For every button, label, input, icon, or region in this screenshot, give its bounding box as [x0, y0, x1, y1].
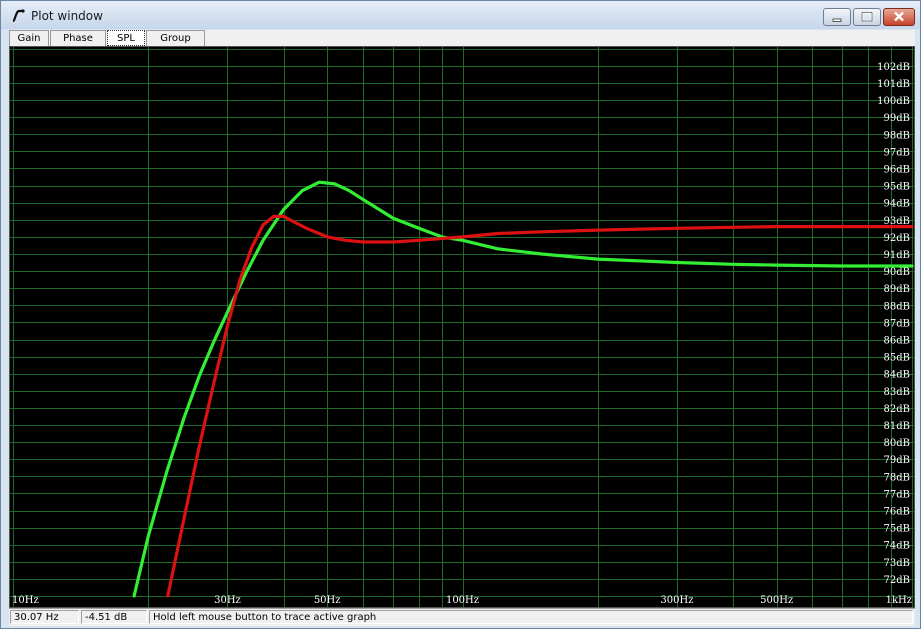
title-bar[interactable]: Plot window — [1, 1, 920, 29]
y-tick-label: 102dB — [877, 62, 910, 73]
status-hint: Hold left mouse button to trace active g… — [149, 610, 913, 624]
y-tick-label: 95dB — [884, 182, 910, 193]
minimize-button[interactable] — [823, 8, 851, 26]
y-tick-label: 73dB — [884, 558, 910, 569]
y-tick-label: 88dB — [884, 301, 910, 312]
chart-grid — [10, 47, 914, 607]
y-tick-label: 83dB — [884, 387, 910, 398]
x-tick-label: 100Hz — [446, 595, 479, 606]
x-tick-label: 300Hz — [660, 595, 693, 606]
y-tick-label: 76dB — [884, 507, 910, 518]
series-line-green — [132, 180, 914, 598]
y-tick-label: 97dB — [884, 147, 910, 158]
y-tick-label: 98dB — [884, 130, 910, 141]
tab-gain[interactable]: Gain — [9, 30, 49, 46]
tab-bar: Gain Phase plot SPL Group delay — [9, 30, 915, 59]
y-axis-labels: 102dB 101dB 100dB 99dB 98dB 97dB 96dB 95dB 94dB 9… — [877, 62, 910, 586]
y-tick-label: 99dB — [884, 113, 910, 124]
tab-spl[interactable]: SPL — [107, 30, 145, 46]
x-tick-label: 50Hz — [314, 595, 341, 606]
y-tick-label: 91dB — [884, 250, 910, 261]
status-bar: 30.07 Hz -4.51 dB Hold left mouse button… — [9, 608, 915, 626]
x-tick-label: 10Hz — [12, 595, 39, 606]
close-icon — [894, 11, 904, 22]
plot-window: Plot window Gain Phase plot SPL Group de… — [0, 0, 921, 629]
close-button[interactable] — [883, 8, 915, 26]
y-tick-label: 84dB — [884, 370, 910, 381]
y-tick-label: 81dB — [884, 421, 910, 432]
maximize-icon — [861, 12, 873, 22]
series-line-red — [166, 214, 914, 598]
curve-icon — [12, 9, 25, 22]
y-tick-label: 86dB — [884, 336, 910, 347]
y-tick-label: 87dB — [884, 318, 910, 329]
y-tick-label: 79dB — [884, 455, 910, 466]
x-tick-label: 30Hz — [214, 595, 241, 606]
spl-chart[interactable]: 102dB 101dB 100dB 99dB 98dB 97dB 96dB 95dB 94dB 9… — [10, 47, 914, 607]
y-tick-label: 90dB — [884, 267, 910, 278]
y-tick-label: 94dB — [884, 199, 910, 210]
y-tick-label: 72dB — [884, 575, 910, 586]
spl-plot-area[interactable]: 102dB 101dB 100dB 99dB 98dB 97dB 96dB 95dB 94dB 9… — [9, 46, 915, 608]
tab-group-delay[interactable]: Group delay — [146, 30, 205, 59]
x-tick-label: 1kHz — [886, 595, 912, 606]
y-tick-label: 85dB — [884, 353, 910, 364]
y-tick-label: 96dB — [884, 165, 910, 176]
x-tick-label: 500Hz — [760, 595, 793, 606]
y-tick-label: 89dB — [884, 284, 910, 295]
y-tick-label: 74dB — [884, 541, 910, 552]
y-tick-label: 78dB — [884, 472, 910, 483]
status-level: -4.51 dB — [81, 610, 147, 624]
y-tick-label: 75dB — [884, 524, 910, 535]
status-frequency: 30.07 Hz — [10, 610, 79, 624]
minimize-icon — [832, 18, 842, 22]
window-title: Plot window — [31, 9, 103, 23]
chart-series — [132, 180, 914, 598]
y-tick-label: 80dB — [884, 438, 910, 449]
y-tick-label: 82dB — [884, 404, 910, 415]
y-tick-label: 100dB — [877, 96, 910, 107]
tab-phase-plot[interactable]: Phase plot — [50, 30, 106, 59]
y-tick-label: 101dB — [877, 79, 910, 90]
maximize-button[interactable] — [853, 8, 881, 26]
y-tick-label: 77dB — [884, 489, 910, 500]
y-tick-label: 92dB — [884, 233, 910, 244]
